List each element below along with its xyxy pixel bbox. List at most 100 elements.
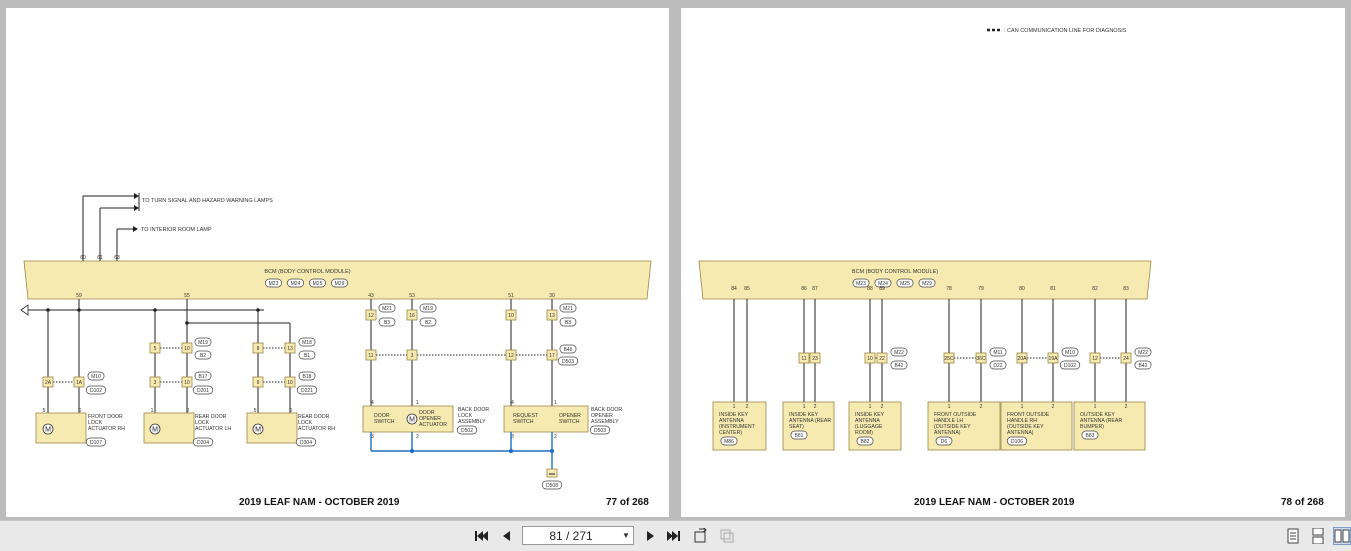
page-number-input[interactable] [523,527,619,544]
bcm-pin-number: 51 [508,293,514,299]
connector-pin-label: 9 [257,380,260,386]
component-pin: 2 [814,404,817,410]
component-pin: 6 [290,408,293,414]
bcm-connector-id-text: M29 [922,281,932,287]
component-pin: 1 [803,404,806,410]
ground-terminal [546,468,558,478]
two-page-view-button[interactable] [1333,527,1351,545]
wiring-diagram-left: BCM (BODY CONTROL MODULE)M23M24M25M29606… [20,193,652,490]
bcm-connector-id-text: M23 [269,281,279,287]
next-page-icon [647,531,654,541]
component-sub-name: SWITCH [374,419,395,425]
bcm-pin-number: 78 [946,286,952,292]
first-page-button[interactable] [473,528,489,544]
component-pin: 5 [43,408,46,414]
connector-id-badge-text: M22 [1138,350,1148,356]
connector-pin-label: 12 [508,353,514,359]
wiring-diagram-right: : CAN COMMUNICATION LINE FOR DIAGNOSIS BC… [698,28,1152,451]
connector-id-badge-text: D102 [90,388,102,394]
antenna-name: ROOM) [855,430,873,436]
bcm-pin-number: 87 [812,286,818,292]
fit-page-icon [720,529,734,543]
bcm-connector-id-text: M24 [291,281,301,287]
junction-dot [46,308,50,312]
antenna-name: SEAT) [789,424,804,430]
bcm-connector-id-text: M25 [313,281,323,287]
connector-id-badge-text: D201 [197,388,209,394]
flag-arrow-icon [20,304,29,316]
connector-id-badge-text: M21 [563,306,573,312]
previous-page-button[interactable] [499,528,515,544]
connector-id-badge-text: M18 [302,340,312,346]
junction-dot [153,308,157,312]
rotate-view-icon [694,528,707,543]
bcm-pin-number: 81 [1050,286,1056,292]
bcm-pin-number: 89 [879,286,885,292]
component-pin: 6 [79,408,82,414]
continuous-page-icon [1312,528,1324,544]
footer-title: 2019 LEAF NAM - OCTOBER 2019 [239,497,400,508]
component-connector-id-text: D503 [594,428,606,434]
connector-id-badge-text: B18 [303,374,312,380]
antenna-name: ANTENNA) [1007,430,1034,436]
component-connector-id-text: D106 [1011,439,1023,445]
single-page-icon [1287,528,1299,544]
junction-dot [508,448,514,454]
motor-icon-letter: M [255,427,261,434]
rotate-view-button[interactable] [693,528,709,544]
bcm-pin-number: 82 [1092,286,1098,292]
fit-page-button[interactable] [719,528,735,544]
bcm-pin-number: 59 [76,293,82,299]
component-name: ACTUATOR RH [298,426,335,432]
previous-page-icon [503,531,510,541]
component-connector-id-text: D6 [941,439,948,445]
connector-pin-label: 10 [287,380,293,386]
connector-pin-label: 8 [257,346,260,352]
connector-id-badge-text: B3 [384,320,390,326]
bcm-connector-id-text: M23 [856,281,866,287]
connector-id-badge-text: M22 [894,350,904,356]
single-page-view-button[interactable] [1285,528,1301,544]
connector-id-badge-text: B1 [304,353,310,359]
junction-dot [549,448,555,454]
chevron-down-icon[interactable]: ▼ [619,531,633,540]
document-page-78: : CAN COMMUNICATION LINE FOR DIAGNOSIS BC… [681,8,1345,517]
first-page-icon [475,531,488,541]
component-connector-id-text: D502 [461,428,473,434]
legend-text: : CAN COMMUNICATION LINE FOR DIAGNOSIS [1004,28,1127,34]
motor-icon-letter: M [45,427,51,434]
component-pin: 5 [254,408,257,414]
connector-id-badge-text: M19 [423,306,433,312]
component-pin: 1 [733,404,736,410]
page-number-field[interactable]: ▼ [522,526,634,545]
motor-icon-letter: M [409,417,415,424]
connector-pin-label: 12 [1092,356,1098,362]
motor-icon-letter: M [152,427,158,434]
bcm-pin-number: 80 [1019,286,1025,292]
bcm-pin-number: 86 [801,286,807,292]
bcm-pin-number: 53 [409,293,415,299]
connector-id-badge-text: B2 [425,320,431,326]
connector-id-badge-text: D102 [1064,363,1076,369]
connector-pin-label: 11 [801,356,806,362]
bcm-connector-id-text: M25 [900,281,910,287]
component-connector-id-text: D204 [197,440,209,446]
connector-pin-label: 5 [154,346,157,352]
last-page-button[interactable] [666,528,682,544]
connector-id-badge-text: B42 [1139,363,1148,369]
footer-title: 2019 LEAF NAM - OCTOBER 2019 [914,497,1075,508]
bcm-pin-number: 79 [978,286,984,292]
next-page-button[interactable] [642,528,658,544]
antenna-name: ANTENNA) [934,430,961,436]
callout-turn-signal: TO TURN SIGNAL AND HAZARD WARNING LAMPS [142,198,273,204]
component-connector-id-text: B82 [861,439,870,445]
connector-id-badge-text: M10 [91,374,101,380]
connector-id-badge-text: M21 [382,306,392,312]
continuous-view-button[interactable] [1310,528,1326,544]
callout-interior-lamp: TO INTERIOR ROOM LAMP [141,227,212,233]
component-sub-name: SWITCH [513,419,534,425]
component-connector-id-text: D304 [300,440,312,446]
component-name: ASSEMBLY [458,419,486,425]
bcm-pin-number: 43 [368,293,374,299]
connector-pin-label: 11 [368,353,373,359]
